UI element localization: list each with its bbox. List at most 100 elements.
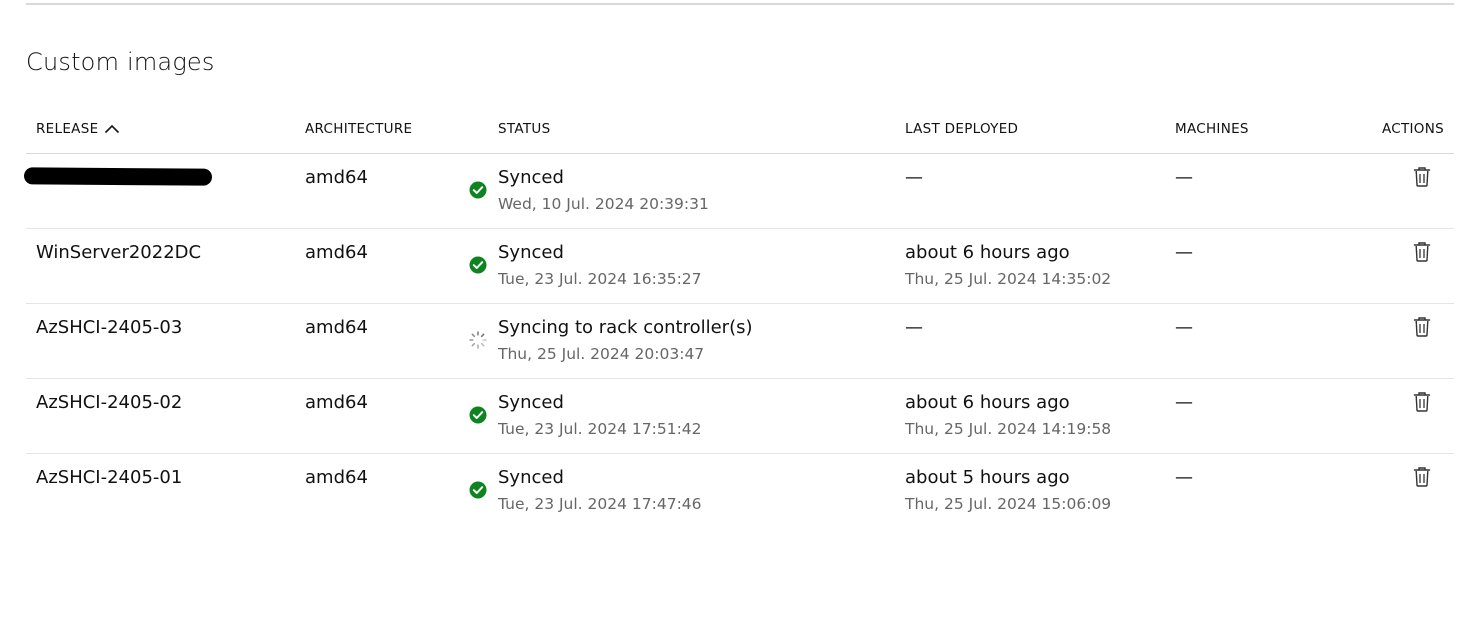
architecture-cell: amd64 [295, 378, 470, 454]
status-cell: Synced Tue, 23 Jul. 2024 17:47:46 [469, 454, 895, 529]
status-label: Synced [498, 167, 564, 188]
status-cell: Synced Tue, 23 Jul. 2024 17:51:42 [469, 378, 895, 454]
success-check-icon [469, 256, 487, 274]
status-label: Synced [498, 467, 564, 488]
architecture-cell: amd64 [295, 228, 470, 304]
machines-cell: — [1165, 153, 1355, 229]
machines-count: — [1175, 242, 1193, 263]
architecture-value: amd64 [305, 467, 368, 488]
release-name: AzSHCI-2405-03 [36, 317, 183, 338]
column-header-architecture: ARCHITECTURE [295, 104, 470, 154]
status-wrapper: Synced Tue, 23 Jul. 2024 16:35:27 [469, 241, 895, 289]
status-cell: Syncing to rack controller(s) Thu, 25 Jul… [469, 303, 895, 379]
success-check-icon [469, 406, 487, 424]
status-label: Synced [498, 242, 564, 263]
actions-cell [1355, 153, 1454, 229]
last-deployed-cell: about 6 hours ago Thu, 25 Jul. 2024 14:19… [895, 378, 1165, 454]
machines-cell: — [1165, 378, 1355, 454]
last-deployed-relative: — [905, 317, 923, 338]
status-timestamp: Thu, 25 Jul. 2024 20:03:47 [498, 345, 705, 363]
trash-icon [1413, 392, 1431, 412]
delete-image-button[interactable] [1412, 466, 1432, 488]
last-deployed-relative: — [905, 167, 923, 188]
table-row: AzSHCI-2405-03 amd64 Syncing to rack contr… [26, 303, 1454, 379]
column-header-release-label: RELEASE [36, 120, 99, 137]
machines-cell: — [1165, 303, 1355, 379]
column-header-actions: ACTIONS [1355, 104, 1454, 154]
machines-count: — [1175, 317, 1193, 338]
architecture-cell: amd64 [295, 454, 470, 529]
status-wrapper: Synced Tue, 23 Jul. 2024 17:47:46 [469, 466, 895, 514]
machines-cell: — [1165, 454, 1355, 529]
delete-image-button[interactable] [1412, 316, 1432, 338]
architecture-value: amd64 [305, 167, 368, 188]
table-row: amd64 Synced Wed, 10 Jul. 2024 20:39:31 — — [23, 153, 1454, 229]
table-row: AzSHCI-2405-01 amd64 Synced Tue, 23 Jul. 20… [26, 454, 1454, 529]
column-header-release[interactable]: RELEASE [26, 104, 295, 154]
architecture-cell: amd64 [295, 153, 470, 229]
release-name: AzSHCI-2405-02 [36, 392, 183, 413]
column-header-machines: MACHINES [1165, 104, 1355, 154]
delete-image-button[interactable] [1412, 391, 1432, 413]
column-header-last-deployed: LAST DEPLOYED [895, 104, 1165, 154]
table-row: AzSHCI-2405-02 amd64 Synced Tue, 23 Jul. 20… [26, 378, 1454, 454]
delete-image-button[interactable] [1412, 241, 1432, 263]
chevron-up-icon [105, 124, 120, 133]
last-deployed-relative: about 6 hours ago [905, 242, 1070, 263]
status-timestamp: Tue, 23 Jul. 2024 17:51:42 [498, 420, 702, 438]
last-deployed-timestamp: Thu, 25 Jul. 2024 14:35:02 [905, 270, 1112, 288]
table-body: amd64 Synced Wed, 10 Jul. 2024 20:39:31— — W… [23, 153, 1454, 529]
actions-cell [1355, 303, 1454, 379]
machines-cell: — [1165, 228, 1355, 304]
release-cell [23, 153, 295, 229]
table-header-row: RELEASE ARCHITECTURE STATUS LAST DEPLOYE… [26, 104, 1454, 154]
release-cell: AzSHCI-2405-03 [26, 303, 295, 379]
actions-cell [1355, 378, 1454, 454]
delete-image-button[interactable] [1412, 166, 1432, 188]
status-cell: Synced Tue, 23 Jul. 2024 16:35:27 [469, 228, 895, 304]
machines-count: — [1175, 467, 1193, 488]
last-deployed-timestamp: Thu, 25 Jul. 2024 14:19:58 [905, 420, 1112, 438]
release-cell: AzSHCI-2405-02 [26, 378, 295, 454]
machines-count: — [1175, 167, 1193, 188]
release-cell: WinServer2022DC [26, 228, 295, 304]
last-deployed-cell: — [895, 303, 1165, 379]
status-timestamp: Tue, 23 Jul. 2024 17:47:46 [498, 495, 702, 513]
actions-cell [1355, 228, 1454, 304]
status-wrapper: Syncing to rack controller(s) Thu, 25 Jul… [469, 316, 895, 364]
status-label: Synced [498, 392, 564, 413]
syncing-spinner-icon [469, 331, 487, 349]
column-header-status: STATUS [470, 104, 895, 154]
status-timestamp: Wed, 10 Jul. 2024 20:39:31 [498, 195, 709, 213]
last-deployed-cell: about 5 hours ago Thu, 25 Jul. 2024 15:06… [895, 454, 1165, 529]
trash-icon [1413, 467, 1431, 487]
last-deployed-relative: about 5 hours ago [905, 467, 1070, 488]
release-name: WinServer2022DC [36, 242, 202, 263]
success-check-icon [469, 181, 487, 199]
custom-images-page: Custom images RELEASE ARCHITECTURE STATU… [0, 0, 1481, 617]
success-check-icon [469, 481, 487, 499]
section-divider [26, 3, 1454, 5]
machines-count: — [1175, 392, 1193, 413]
architecture-value: amd64 [305, 242, 368, 263]
architecture-value: amd64 [305, 317, 368, 338]
status-cell: Synced Wed, 10 Jul. 2024 20:39:31 [469, 153, 895, 229]
custom-images-table: RELEASE ARCHITECTURE STATUS LAST DEPLOYE… [23, 104, 1454, 529]
architecture-value: amd64 [305, 392, 368, 413]
last-deployed-relative: about 6 hours ago [905, 392, 1070, 413]
status-label: Syncing to rack controller(s) [498, 317, 753, 338]
last-deployed-timestamp: Thu, 25 Jul. 2024 15:06:09 [905, 495, 1112, 513]
release-name: AzSHCI-2405-01 [36, 467, 183, 488]
last-deployed-cell: about 6 hours ago Thu, 25 Jul. 2024 14:35… [895, 228, 1165, 304]
status-wrapper: Synced Tue, 23 Jul. 2024 17:51:42 [469, 391, 895, 439]
table-header: RELEASE ARCHITECTURE STATUS LAST DEPLOYE… [26, 104, 1454, 154]
table-row: WinServer2022DC amd64 Synced Tue, 23 Jul. 2… [26, 228, 1454, 304]
status-wrapper: Synced Wed, 10 Jul. 2024 20:39:31 [469, 166, 895, 214]
section-title: Custom images [26, 48, 215, 76]
last-deployed-cell: — [895, 153, 1165, 229]
trash-icon [1413, 167, 1431, 187]
release-cell: AzSHCI-2405-01 [26, 454, 295, 529]
status-timestamp: Tue, 23 Jul. 2024 16:35:27 [498, 270, 702, 288]
architecture-cell: amd64 [295, 303, 470, 379]
sort-release-button[interactable]: RELEASE [36, 121, 120, 137]
